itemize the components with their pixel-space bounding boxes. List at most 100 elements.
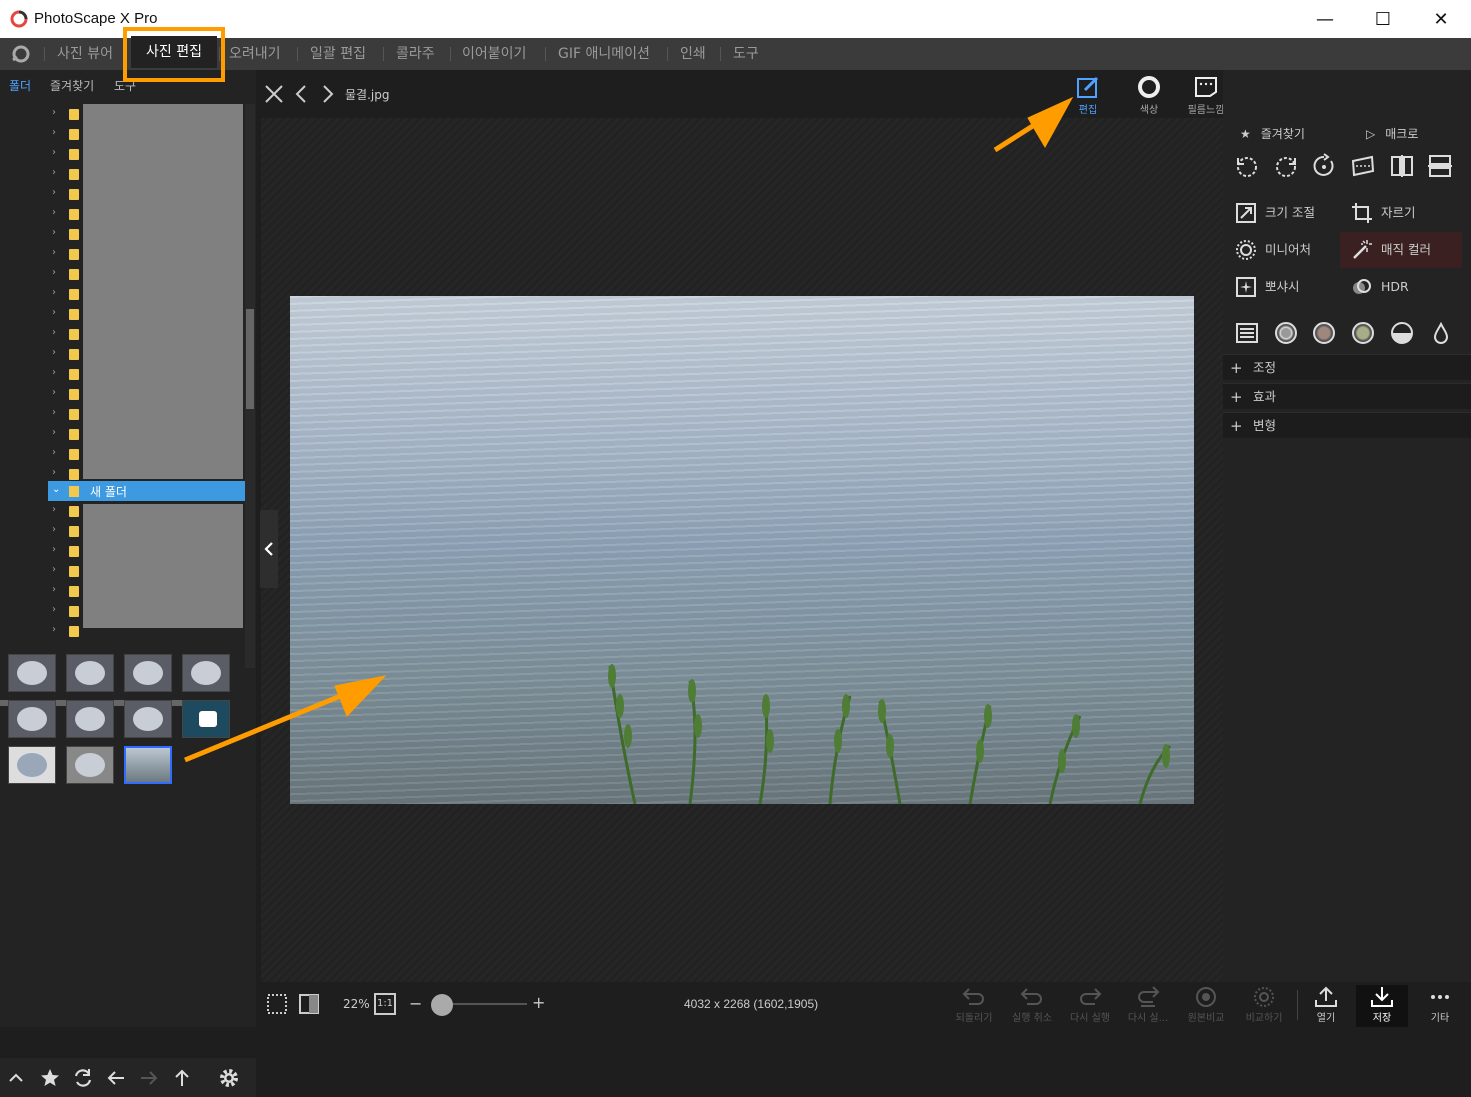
- thumbnail[interactable]: [66, 746, 114, 784]
- menu-cutout[interactable]: 오려내기: [229, 38, 281, 70]
- tree-item[interactable]: ›: [0, 364, 245, 384]
- thumbnail[interactable]: [8, 654, 56, 692]
- soften-button[interactable]: 뽀샤시: [1235, 273, 1335, 301]
- tree-item[interactable]: ›: [0, 184, 245, 204]
- refresh-icon[interactable]: [71, 1066, 95, 1090]
- tree-scrollbar[interactable]: [245, 104, 255, 668]
- flip-vertical-icon[interactable]: [1427, 153, 1453, 179]
- chevron-right-icon[interactable]: ›: [52, 167, 56, 178]
- thumbnail[interactable]: [182, 654, 230, 692]
- chevron-right-icon[interactable]: ›: [52, 347, 56, 358]
- macro-button[interactable]: ▷ 매크로: [1366, 125, 1418, 142]
- tree-item[interactable]: ›: [0, 541, 245, 561]
- tree-item[interactable]: ›: [0, 344, 245, 364]
- miniature-button[interactable]: 미니어처: [1235, 236, 1335, 264]
- tree-item[interactable]: ›: [0, 621, 245, 641]
- tree-item[interactable]: ›: [0, 444, 245, 464]
- chevron-right-icon[interactable]: ›: [52, 127, 56, 138]
- zoom-slider-knob[interactable]: [431, 994, 453, 1016]
- close-button[interactable]: ✕: [1412, 0, 1470, 38]
- minimize-button[interactable]: —: [1296, 0, 1354, 38]
- rotate-free-icon[interactable]: [1311, 153, 1337, 179]
- thumbnail[interactable]: [66, 700, 114, 738]
- section-transform[interactable]: + 변형: [1223, 412, 1471, 438]
- chevron-right-icon[interactable]: ›: [52, 287, 56, 298]
- menu-batch-edit[interactable]: 일괄 편집: [310, 38, 366, 70]
- filter-green-icon[interactable]: [1352, 322, 1374, 344]
- crop-button[interactable]: 자르기: [1351, 199, 1451, 227]
- zoom-in-icon[interactable]: +: [532, 993, 545, 1012]
- chevron-right-icon[interactable]: ›: [52, 604, 56, 615]
- filter-gray-icon[interactable]: [1275, 322, 1297, 344]
- more-button[interactable]: 기타: [1414, 985, 1466, 1027]
- tab-favorites[interactable]: 즐겨찾기: [50, 77, 94, 94]
- arrow-left-icon[interactable]: [104, 1066, 128, 1090]
- section-adjust[interactable]: + 조정: [1223, 354, 1471, 380]
- filter-half-icon[interactable]: [1391, 322, 1413, 344]
- edited-photo[interactable]: [290, 296, 1194, 804]
- tree-item-selected[interactable]: ⌄ 새 폴더: [48, 481, 245, 501]
- section-effects[interactable]: + 효과: [1223, 383, 1471, 409]
- rotate-left-icon[interactable]: [1234, 153, 1260, 179]
- tree-item[interactable]: ›: [0, 324, 245, 344]
- chevron-right-icon[interactable]: ›: [52, 467, 56, 478]
- close-icon[interactable]: [264, 84, 284, 104]
- chevron-right-icon[interactable]: ›: [52, 544, 56, 555]
- tree-item[interactable]: ›: [0, 204, 245, 224]
- chevron-right-icon[interactable]: ›: [52, 524, 56, 535]
- chevron-right-icon[interactable]: ›: [52, 207, 56, 218]
- thumbnail-selected[interactable]: [124, 746, 172, 784]
- tree-item[interactable]: ›: [0, 104, 245, 124]
- chevron-left-icon[interactable]: [294, 84, 308, 104]
- filter-warm-icon[interactable]: [1313, 322, 1335, 344]
- collapse-panel-button[interactable]: [260, 510, 278, 588]
- tree-item[interactable]: ›: [0, 224, 245, 244]
- tree-item[interactable]: ›: [0, 124, 245, 144]
- tree-item[interactable]: ›: [0, 244, 245, 264]
- selection-icon[interactable]: [266, 993, 288, 1015]
- tree-item[interactable]: ›: [0, 284, 245, 304]
- menu-gif-animation[interactable]: GIF 애니메이션: [558, 38, 650, 70]
- chevron-right-icon[interactable]: ›: [52, 147, 56, 158]
- tree-item[interactable]: ›: [0, 581, 245, 601]
- chevron-right-icon[interactable]: ›: [52, 504, 56, 515]
- tree-item[interactable]: ›: [0, 501, 245, 521]
- thumbnail[interactable]: [124, 700, 172, 738]
- tree-item[interactable]: ›: [0, 561, 245, 581]
- tree-item[interactable]: ›: [0, 304, 245, 324]
- chevron-up-icon[interactable]: [4, 1066, 28, 1090]
- menu-tools[interactable]: 도구: [733, 38, 759, 70]
- chevron-right-icon[interactable]: ›: [52, 584, 56, 595]
- chevron-right-icon[interactable]: ›: [52, 564, 56, 575]
- chevron-right-icon[interactable]: ›: [52, 367, 56, 378]
- tree-item[interactable]: ›: [0, 264, 245, 284]
- menu-print[interactable]: 인쇄: [680, 38, 706, 70]
- flip-horizontal-icon[interactable]: [1389, 153, 1415, 179]
- list-icon[interactable]: [1236, 322, 1258, 344]
- chevron-right-icon[interactable]: [321, 84, 335, 104]
- rotate-right-icon[interactable]: [1273, 153, 1299, 179]
- resize-button[interactable]: 크기 조절: [1235, 199, 1335, 227]
- chevron-right-icon[interactable]: ›: [52, 107, 56, 118]
- menu-combine[interactable]: 이어붙이기: [462, 38, 526, 70]
- tree-item[interactable]: ›: [0, 464, 245, 484]
- chevron-right-icon[interactable]: ›: [52, 227, 56, 238]
- zoom-out-icon[interactable]: −: [409, 994, 422, 1013]
- photoscape-home-icon[interactable]: [8, 43, 34, 65]
- hdr-button[interactable]: HDR: [1351, 273, 1451, 301]
- thumbnail[interactable]: [182, 700, 230, 738]
- magic-color-button[interactable]: 매직 컬러: [1351, 236, 1456, 264]
- arrow-up-icon[interactable]: [170, 1066, 194, 1090]
- tab-color[interactable]: 색상: [1123, 72, 1175, 118]
- chevron-right-icon[interactable]: ›: [52, 327, 56, 338]
- tree-item[interactable]: ›: [0, 144, 245, 164]
- maximize-button[interactable]: ☐: [1354, 0, 1412, 38]
- chevron-right-icon[interactable]: ›: [52, 624, 56, 635]
- chevron-right-icon[interactable]: ›: [52, 267, 56, 278]
- thumbnail[interactable]: [8, 700, 56, 738]
- tab-folder[interactable]: 폴더: [9, 77, 31, 94]
- chevron-right-icon[interactable]: ›: [52, 387, 56, 398]
- tree-item[interactable]: ›: [0, 404, 245, 424]
- chevron-right-icon[interactable]: ›: [52, 187, 56, 198]
- gear-icon[interactable]: [217, 1066, 241, 1090]
